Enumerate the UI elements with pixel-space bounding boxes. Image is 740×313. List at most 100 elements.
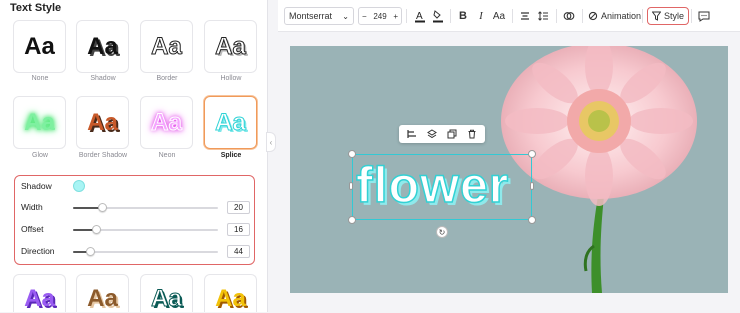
font-name: Montserrat — [289, 11, 333, 21]
divider — [642, 9, 643, 23]
line-spacing-button[interactable] — [535, 7, 551, 25]
divider — [406, 9, 407, 23]
design-canvas[interactable]: flower ↻ — [290, 46, 728, 293]
offset-value[interactable]: 16 — [227, 223, 250, 236]
text-style-panel: Text Style Aa None Aa Shadow Aa Border Aa Hollo… — [0, 0, 268, 313]
style-option-neon[interactable]: Aa — [140, 96, 193, 149]
divider — [582, 9, 583, 23]
direction-label: Direction — [21, 246, 55, 256]
style-preview-text: Aa — [215, 32, 247, 60]
style-option-label: Hollow — [220, 75, 242, 82]
direction-value[interactable]: 44 — [227, 245, 250, 258]
divider — [450, 9, 451, 23]
chevron-left-icon: ‹ — [269, 137, 273, 147]
fill-bucket-icon — [433, 10, 443, 23]
resize-handle-right[interactable] — [530, 182, 534, 190]
style-preview-text: Aa — [151, 108, 183, 136]
resize-handle-bottom-right[interactable] — [528, 216, 536, 224]
style-option-border-shadow[interactable]: Aa — [76, 96, 129, 149]
style-option-label: None — [31, 75, 49, 82]
rotate-icon: ↻ — [438, 227, 446, 237]
divider — [512, 9, 513, 23]
style-option-shadow[interactable]: Aa — [76, 20, 129, 73]
style-option-label: Border Shadow — [78, 152, 128, 159]
effects-button[interactable] — [561, 7, 577, 25]
style-button[interactable]: Style — [647, 7, 690, 25]
style-preview-text: Aa — [151, 32, 183, 60]
resize-handle-left[interactable] — [349, 182, 353, 190]
align-center-icon — [521, 12, 529, 20]
style-preview-text: Aa — [24, 108, 55, 136]
style-option-splice[interactable]: Aa — [204, 96, 257, 149]
animation-icon — [588, 11, 598, 21]
divider — [556, 9, 557, 23]
shadow-settings: Shadow Width 20 Offset 16 Direction 44 — [14, 175, 255, 265]
style-option-more[interactable]: Aa — [204, 274, 257, 312]
divider — [691, 9, 692, 23]
svg-text:A: A — [416, 11, 423, 22]
direction-slider-thumb[interactable] — [86, 247, 95, 256]
font-size-stepper[interactable]: − 249 + — [358, 7, 402, 25]
comment-button[interactable] — [696, 7, 712, 25]
align-left-icon[interactable] — [407, 129, 417, 139]
resize-handle-top-right[interactable] — [528, 150, 536, 158]
shadow-color-swatch[interactable] — [73, 180, 85, 192]
collapse-panel-button[interactable]: ‹ — [266, 132, 276, 152]
offset-slider-thumb[interactable] — [92, 225, 101, 234]
resize-handle-top-left[interactable] — [348, 150, 356, 158]
style-option-label: Glow — [32, 152, 48, 159]
text-case-icon: Aa — [492, 10, 506, 22]
offset-label: Offset — [21, 224, 44, 234]
style-option-label: Neon — [158, 152, 176, 159]
panel-title: Text Style — [10, 2, 62, 14]
top-toolbar: Montserrat ⌄ − 249 + A B I Aa Animation … — [278, 0, 740, 32]
animation-label: Animation — [601, 11, 642, 21]
width-slider-thumb[interactable] — [98, 203, 107, 212]
style-option-border[interactable]: Aa — [140, 20, 193, 73]
layers-icon[interactable] — [427, 129, 437, 139]
canvas-text[interactable]: flower — [355, 156, 509, 214]
width-label: Width — [21, 202, 43, 212]
style-option-hollow[interactable]: Aa — [204, 20, 257, 73]
case-button[interactable]: Aa — [491, 7, 507, 25]
italic-button[interactable]: I — [473, 7, 489, 25]
font-family-select[interactable]: Montserrat ⌄ — [284, 7, 354, 25]
style-option-more[interactable]: Aa — [140, 274, 193, 313]
width-value[interactable]: 20 — [227, 201, 250, 214]
rotate-handle[interactable]: ↻ — [436, 226, 448, 238]
chevron-down-icon: ⌄ — [342, 11, 349, 21]
direction-slider[interactable] — [73, 247, 218, 256]
style-option-label: Shadow — [90, 75, 116, 82]
increase-size-button[interactable]: + — [393, 12, 398, 21]
floating-toolbar — [399, 125, 485, 143]
line-spacing-icon — [537, 11, 548, 21]
style-preview-text: Aa — [215, 285, 246, 312]
width-slider[interactable] — [73, 203, 218, 212]
bold-button[interactable]: B — [455, 7, 471, 25]
bold-icon: B — [459, 10, 467, 22]
resize-handle-bottom-left[interactable] — [348, 216, 356, 224]
style-label: Style — [664, 11, 685, 21]
overlap-circles-icon — [563, 12, 575, 20]
style-preview-text: Aa — [87, 108, 118, 136]
duplicate-icon[interactable] — [447, 129, 457, 139]
offset-slider[interactable] — [73, 225, 218, 234]
style-option-more[interactable]: Aa — [76, 274, 129, 312]
font-size-value[interactable]: 249 — [373, 12, 386, 21]
text-color-icon: A — [415, 11, 425, 23]
style-preview-text: Aa — [24, 32, 55, 60]
shadow-label: Shadow — [21, 181, 52, 191]
animation-button[interactable]: Animation — [588, 7, 641, 25]
style-option-none[interactable]: Aa — [13, 20, 66, 73]
style-option-more[interactable]: Aa — [13, 274, 66, 312]
text-color-button[interactable]: A — [412, 7, 428, 25]
trash-icon[interactable] — [467, 129, 477, 139]
style-preview-text: Aa — [151, 285, 183, 313]
italic-icon: I — [479, 10, 483, 22]
decrease-size-button[interactable]: − — [362, 12, 367, 21]
align-button[interactable] — [517, 7, 533, 25]
filter-icon — [652, 11, 661, 21]
highlight-color-button[interactable] — [430, 7, 446, 25]
style-option-glow[interactable]: Aa — [13, 96, 66, 149]
style-preview-text: Aa — [24, 285, 55, 312]
